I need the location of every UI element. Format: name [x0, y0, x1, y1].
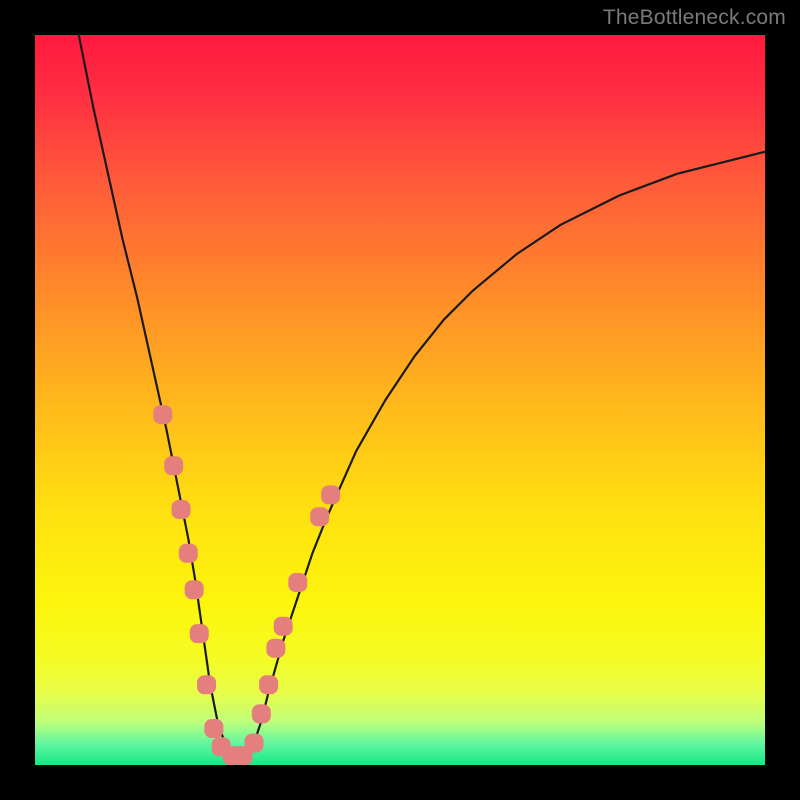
data-marker: [274, 617, 292, 635]
data-marker: [179, 544, 197, 562]
data-marker: [172, 501, 190, 519]
data-marker: [165, 457, 183, 475]
data-marker: [252, 705, 270, 723]
watermark-text: TheBottleneck.com: [603, 6, 786, 30]
data-marker: [267, 639, 285, 657]
data-marker: [190, 625, 208, 643]
data-marker: [322, 486, 340, 504]
data-marker: [260, 676, 278, 694]
data-marker: [198, 676, 216, 694]
chart-frame: TheBottleneck.com: [0, 0, 800, 800]
data-marker: [185, 581, 203, 599]
data-marker: [311, 508, 329, 526]
data-marker: [205, 720, 223, 738]
plot-overlay: [35, 35, 765, 765]
data-markers: [154, 406, 340, 765]
data-marker: [154, 406, 172, 424]
data-marker: [289, 574, 307, 592]
data-marker: [245, 734, 263, 752]
bottleneck-curve: [79, 35, 765, 758]
